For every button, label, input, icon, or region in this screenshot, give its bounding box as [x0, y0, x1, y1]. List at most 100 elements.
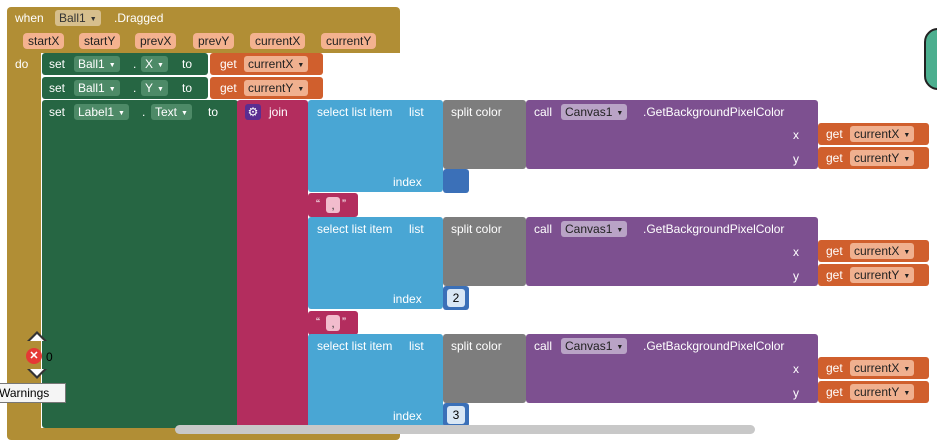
- trash-can-icon[interactable]: [924, 28, 937, 90]
- set-component-dropdown[interactable]: Ball1 ▼: [74, 56, 120, 72]
- set-property-value: X: [145, 57, 154, 71]
- list-label: list: [409, 222, 424, 236]
- get-label: get: [220, 81, 237, 95]
- join-block[interactable]: [237, 100, 308, 428]
- gear-icon[interactable]: ⚙: [245, 104, 261, 120]
- call-label: call: [534, 105, 553, 119]
- get-var-dropdown[interactable]: currentX ▼: [850, 243, 915, 259]
- blocks-workspace[interactable]: when Ball1 ▼ .Dragged startX startY prevX…: [0, 0, 937, 443]
- x-arg-label: x: [793, 362, 799, 376]
- param-prevY[interactable]: prevY: [193, 33, 235, 49]
- get-var-value: currentX: [854, 127, 900, 141]
- text-value[interactable]: ,: [326, 197, 340, 213]
- index-label: index: [393, 409, 422, 423]
- set-property-value: Text: [155, 105, 178, 119]
- set-property-dropdown[interactable]: Y ▼: [141, 80, 168, 96]
- do-label: do: [15, 57, 29, 71]
- when-label: when: [15, 11, 44, 25]
- param-currentY[interactable]: currentY: [321, 33, 377, 49]
- dropdown-arrow-icon: ▼: [181, 110, 188, 117]
- get-var-value: currentX: [248, 57, 294, 71]
- get-label: get: [826, 385, 843, 399]
- quote-open: “: [316, 197, 320, 211]
- index-number-input[interactable]: 2: [447, 289, 465, 307]
- dropdown-arrow-icon: ▼: [157, 86, 164, 93]
- call-component-dropdown[interactable]: Canvas1 ▼: [561, 338, 628, 354]
- get-var-value: currentY: [854, 151, 900, 165]
- chevron-down-icon-inner: [30, 369, 44, 376]
- to-label: to: [182, 57, 193, 71]
- get-label: get: [826, 361, 843, 375]
- y-arg-label: y: [793, 152, 799, 166]
- quote-open: “: [316, 315, 320, 329]
- get-var-dropdown[interactable]: currentX ▼: [850, 360, 915, 376]
- index-number-block[interactable]: [443, 169, 469, 193]
- dropdown-arrow-icon: ▼: [903, 132, 911, 139]
- dropdown-arrow-icon: ▼: [89, 16, 97, 23]
- get-var-dropdown[interactable]: currentY ▼: [850, 384, 915, 400]
- dot-label: .: [133, 57, 137, 71]
- method-label: .GetBackgroundPixelColor: [643, 339, 785, 353]
- quote-close: ”: [342, 315, 346, 329]
- to-label: to: [182, 81, 193, 95]
- error-icon: ✕: [26, 348, 42, 364]
- dropdown-arrow-icon: ▼: [903, 249, 911, 256]
- set-property-dropdown[interactable]: X ▼: [141, 56, 168, 72]
- set-property-value: Y: [145, 81, 154, 95]
- set-component-dropdown[interactable]: Label1 ▼: [74, 104, 129, 120]
- get-var-dropdown[interactable]: currentX ▼: [244, 56, 309, 72]
- param-currentX[interactable]: currentX: [250, 33, 306, 49]
- select-list-item-label: select list item: [317, 105, 393, 119]
- set-label: set: [49, 105, 66, 119]
- get-var-dropdown[interactable]: currentY ▼: [244, 80, 309, 96]
- get-var-dropdown[interactable]: currentY ▼: [850, 267, 915, 283]
- set-component-value: Ball1: [78, 57, 105, 71]
- split-color-label: split color: [451, 222, 502, 236]
- get-var-dropdown[interactable]: currentY ▼: [850, 150, 915, 166]
- set-property-dropdown[interactable]: Text ▼: [151, 104, 192, 120]
- set-component-dropdown[interactable]: Ball1 ▼: [74, 80, 120, 96]
- dropdown-arrow-icon: ▼: [616, 344, 624, 351]
- dropdown-arrow-icon: ▼: [118, 110, 125, 117]
- get-label: get: [220, 57, 237, 71]
- get-var-dropdown[interactable]: currentX ▼: [850, 126, 915, 142]
- index-number-input[interactable]: 3: [447, 406, 465, 424]
- index-label: index: [393, 292, 422, 306]
- dropdown-arrow-icon: ▼: [903, 156, 911, 163]
- call-component-value: Canvas1: [565, 105, 613, 119]
- y-arg-label: y: [793, 269, 799, 283]
- get-var-value: currentY: [854, 268, 900, 282]
- call-component-dropdown[interactable]: Canvas1 ▼: [561, 104, 628, 120]
- dropdown-arrow-icon: ▼: [108, 62, 116, 69]
- horizontal-scrollbar[interactable]: [175, 425, 755, 434]
- dropdown-arrow-icon: ▼: [616, 227, 624, 234]
- select-list-item-label: select list item: [317, 222, 393, 236]
- get-label: get: [826, 151, 843, 165]
- get-label: get: [826, 244, 843, 258]
- get-label: get: [826, 127, 843, 141]
- param-startY[interactable]: startY: [79, 33, 121, 49]
- dot-label: .: [133, 81, 137, 95]
- dot-label: .: [142, 105, 146, 119]
- warnings-label: Warnings: [0, 386, 50, 400]
- get-var-value: currentX: [854, 361, 900, 375]
- y-arg-label: y: [793, 386, 799, 400]
- get-label: get: [826, 268, 843, 282]
- to-label: to: [208, 105, 219, 119]
- index-label: index: [393, 175, 422, 189]
- warnings-toggle-button[interactable]: Warnings: [0, 383, 66, 403]
- get-var-value: currentY: [248, 81, 294, 95]
- set-label-text-block[interactable]: [42, 100, 238, 428]
- text-value[interactable]: ,: [326, 315, 340, 331]
- dropdown-arrow-icon: ▼: [903, 366, 911, 373]
- x-arg-label: x: [793, 245, 799, 259]
- event-component-dropdown[interactable]: Ball1 ▼: [55, 10, 101, 26]
- param-startX[interactable]: startX: [23, 33, 65, 49]
- quote-close: ”: [342, 197, 346, 211]
- set-label: set: [49, 57, 66, 71]
- set-label: set: [49, 81, 66, 95]
- dropdown-arrow-icon: ▼: [903, 273, 911, 280]
- call-component-dropdown[interactable]: Canvas1 ▼: [561, 221, 628, 237]
- param-prevX[interactable]: prevX: [135, 33, 177, 49]
- get-var-value: currentX: [854, 244, 900, 258]
